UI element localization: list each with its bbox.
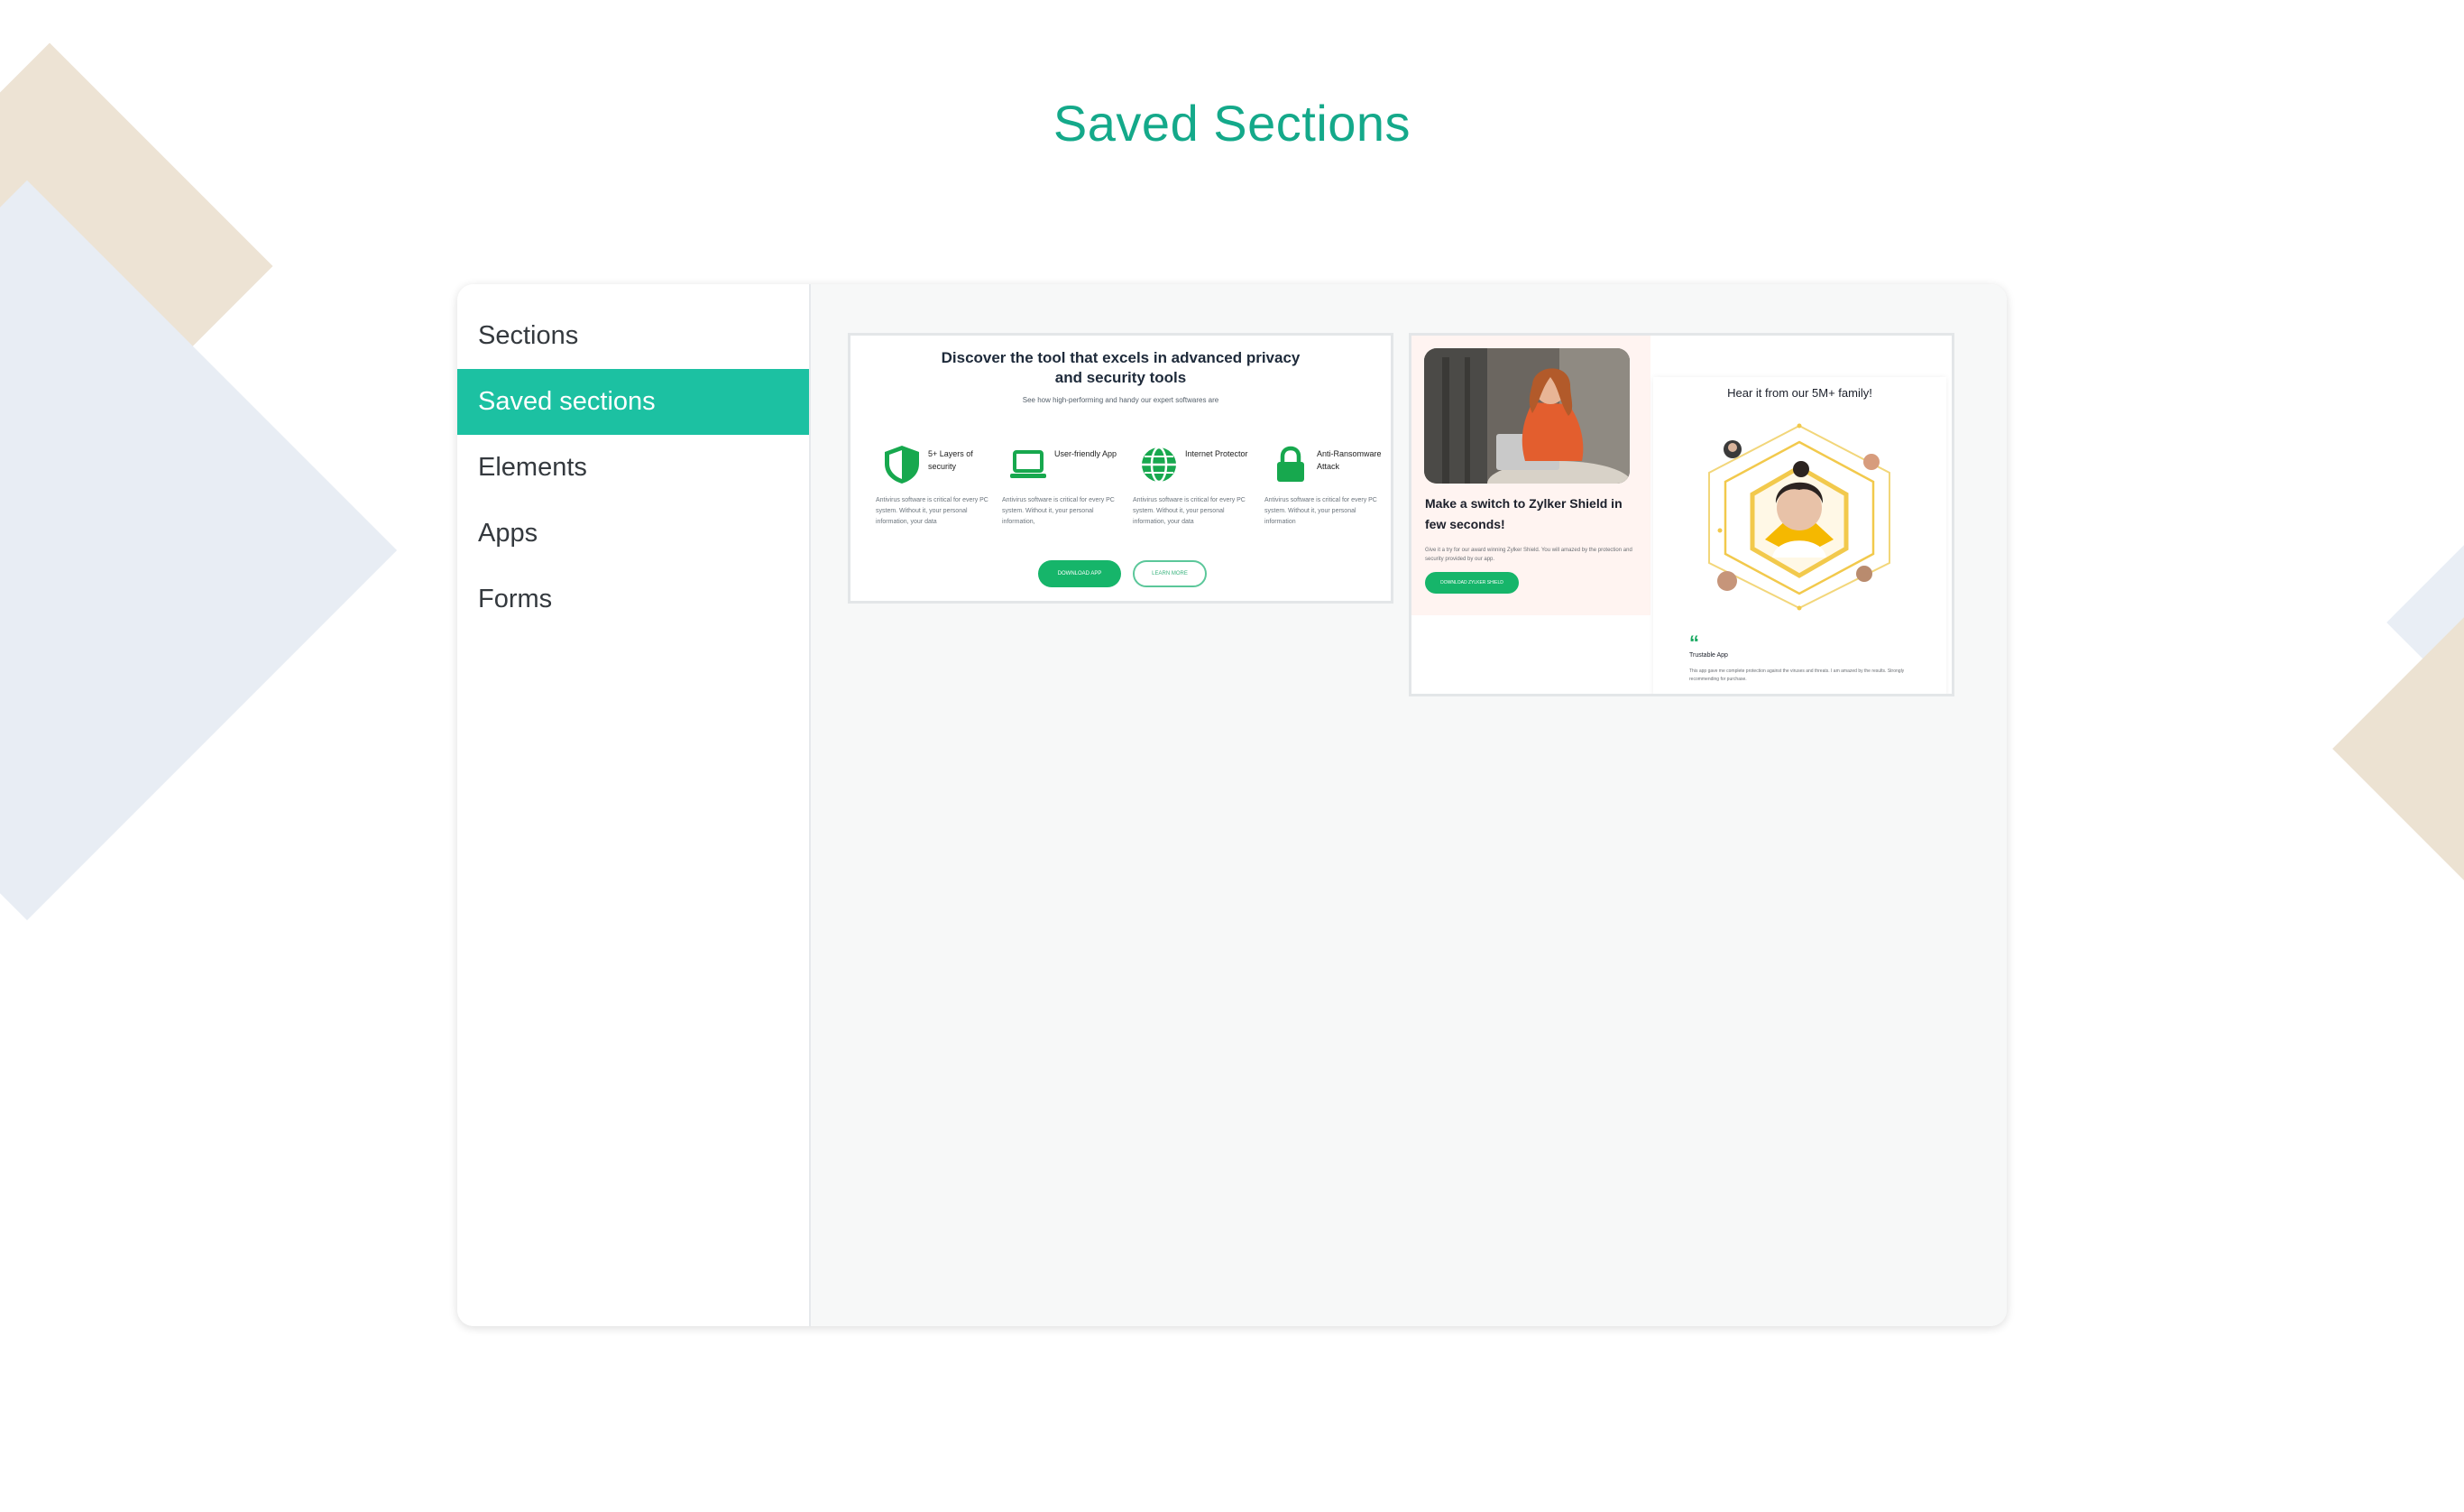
sidebar-item-forms[interactable]: Forms xyxy=(457,567,809,632)
laptop-icon xyxy=(1010,450,1046,478)
testimonial-block: Hear it from our 5M+ family! “ Trustable… xyxy=(1653,377,1946,694)
promo-description: Give it a try for our award winning Zylk… xyxy=(1425,548,1632,562)
feature-description: Antivirus software is critical for every… xyxy=(876,497,988,525)
review-title: Trustable App xyxy=(1689,652,1728,659)
section-heading: Discover the tool that excels in advance… xyxy=(941,349,1301,386)
download-zylker-shield-button[interactable]: DOWNLOAD ZYLKER SHIELD xyxy=(1425,572,1519,594)
feature-description: Antivirus software is critical for every… xyxy=(1002,497,1115,525)
feature-description: Antivirus software is critical for every… xyxy=(1133,497,1246,525)
sidebar-item-sections[interactable]: Sections xyxy=(457,303,809,369)
feature-label: User-friendly App xyxy=(1054,449,1117,458)
saved-section-card-testimonial[interactable]: Make a switch to Zylker Shield in few se… xyxy=(1409,333,1954,696)
promo-heading: Make a switch to Zylker Shield in few se… xyxy=(1425,496,1623,531)
feature-label: 5+ Layers of security xyxy=(928,449,973,471)
feature-label: Anti-Ransomware Attack xyxy=(1317,449,1382,471)
review-text: This app gave me complete protection aga… xyxy=(1689,668,1905,682)
shield-icon xyxy=(885,446,919,484)
feature-description: Antivirus software is critical for every… xyxy=(1264,497,1377,525)
promo-block: Make a switch to Zylker Shield in few se… xyxy=(1411,336,1650,615)
sidebar-item-elements[interactable]: Elements xyxy=(457,435,809,501)
sidebar: Sections Saved sections Elements Apps Fo… xyxy=(457,284,811,1326)
hexagon-avatar-graphic xyxy=(1708,423,1890,611)
page-title: Saved Sections xyxy=(1053,95,1411,152)
testimonial-heading: Hear it from our 5M+ family! xyxy=(1727,386,1872,400)
section-subheading: See how high-performing and handy our ex… xyxy=(1022,396,1219,404)
learn-more-button[interactable]: LEARN MORE xyxy=(1133,560,1207,587)
sidebar-item-saved-sections[interactable]: Saved sections xyxy=(457,369,809,435)
feature-label: Internet Protector xyxy=(1185,449,1248,458)
download-app-button[interactable]: DOWNLOAD APP xyxy=(1038,560,1121,587)
saved-sections-grid: Discover the tool that excels in advance… xyxy=(811,284,2007,1326)
saved-sections-panel: Sections Saved sections Elements Apps Fo… xyxy=(457,284,2007,1326)
lock-icon xyxy=(1277,446,1304,482)
saved-section-card-features[interactable]: Discover the tool that excels in advance… xyxy=(848,333,1393,604)
sidebar-item-apps[interactable]: Apps xyxy=(457,501,809,567)
woman-with-laptop-photo xyxy=(1424,348,1630,484)
globe-icon xyxy=(1142,446,1176,484)
